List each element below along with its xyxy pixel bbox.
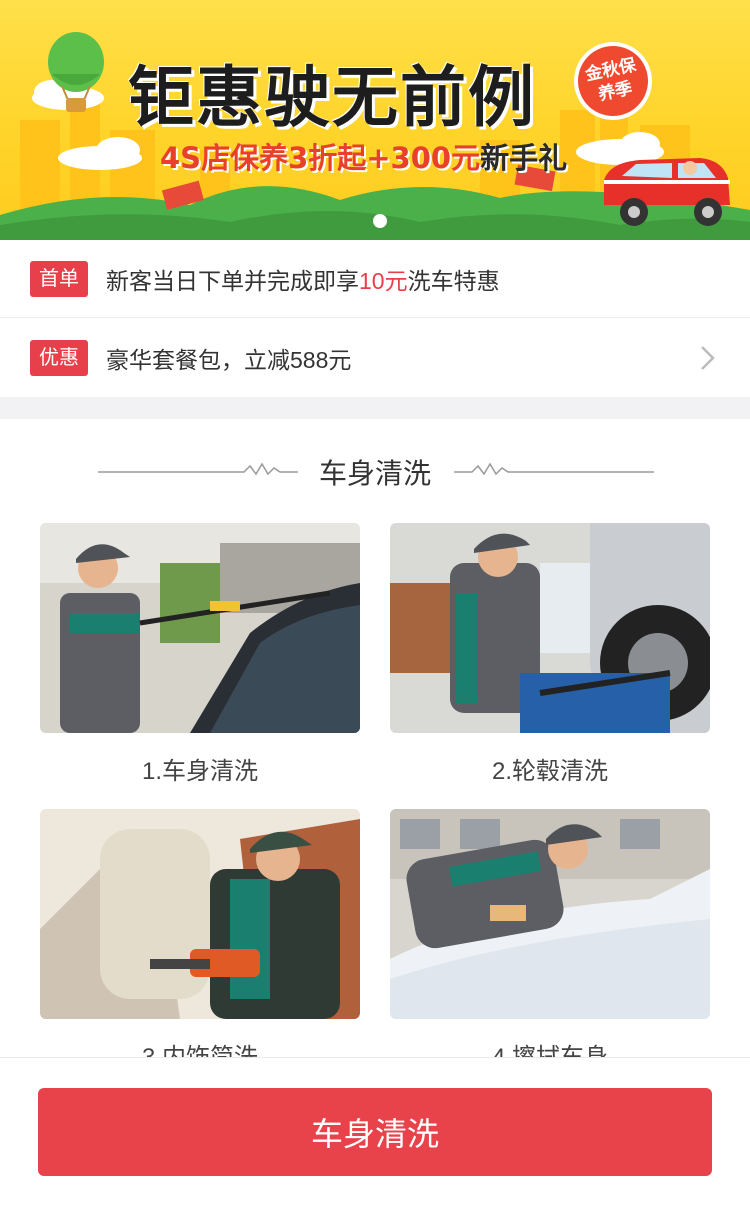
banner-subtitle-tail: 新手礼 — [480, 141, 568, 175]
promo-row-discount[interactable]: 优惠 豪华套餐包，立减588元 — [0, 319, 750, 397]
section-header: 车身清洗 — [0, 440, 750, 500]
bottom-action-bar: 车身清洗 — [0, 1057, 750, 1205]
promo-banner[interactable]: 钜惠驶无前例 4S店保养3折起+300元新手礼 金秋保养季 — [0, 0, 750, 240]
right-zigzag-decoration — [454, 462, 654, 476]
discount-text: 豪华套餐包，立减588元 — [106, 347, 352, 373]
discount-tag: 优惠 — [30, 340, 88, 376]
step-label-1: 1.车身清洗 — [141, 758, 258, 785]
first-order-tag: 首单 — [30, 260, 88, 297]
first-order-highlight: 10元 — [359, 267, 408, 294]
banner-subtitle: 4S店保养3折起+300元新手礼 — [160, 135, 567, 177]
step-photo-3 — [40, 809, 360, 1019]
step-label-2: 2.轮毂清洗 — [491, 758, 608, 785]
car-wash-submit-button[interactable]: 车身清洗 — [38, 1088, 712, 1176]
carousel-indicator-dot[interactable] — [373, 214, 387, 228]
banner-subtitle-main: 4S店保养3折起+300元 — [160, 141, 481, 175]
section-divider — [0, 397, 750, 419]
banner-title: 钜惠驶无前例 — [128, 59, 536, 136]
step-photo-1 — [40, 523, 360, 733]
step-photo-2 — [390, 523, 710, 733]
promo-row-first-order[interactable]: 首单 新客当日下单并完成即享10元洗车特惠 — [0, 240, 750, 318]
chevron-right-icon[interactable] — [694, 345, 720, 371]
step-photo-4 — [390, 809, 710, 1019]
first-order-text-before: 新客当日下单并完成即享 — [106, 267, 359, 294]
first-order-text: 新客当日下单并完成即享10元洗车特惠 — [106, 262, 500, 296]
first-order-text-after: 洗车特惠 — [407, 267, 500, 294]
